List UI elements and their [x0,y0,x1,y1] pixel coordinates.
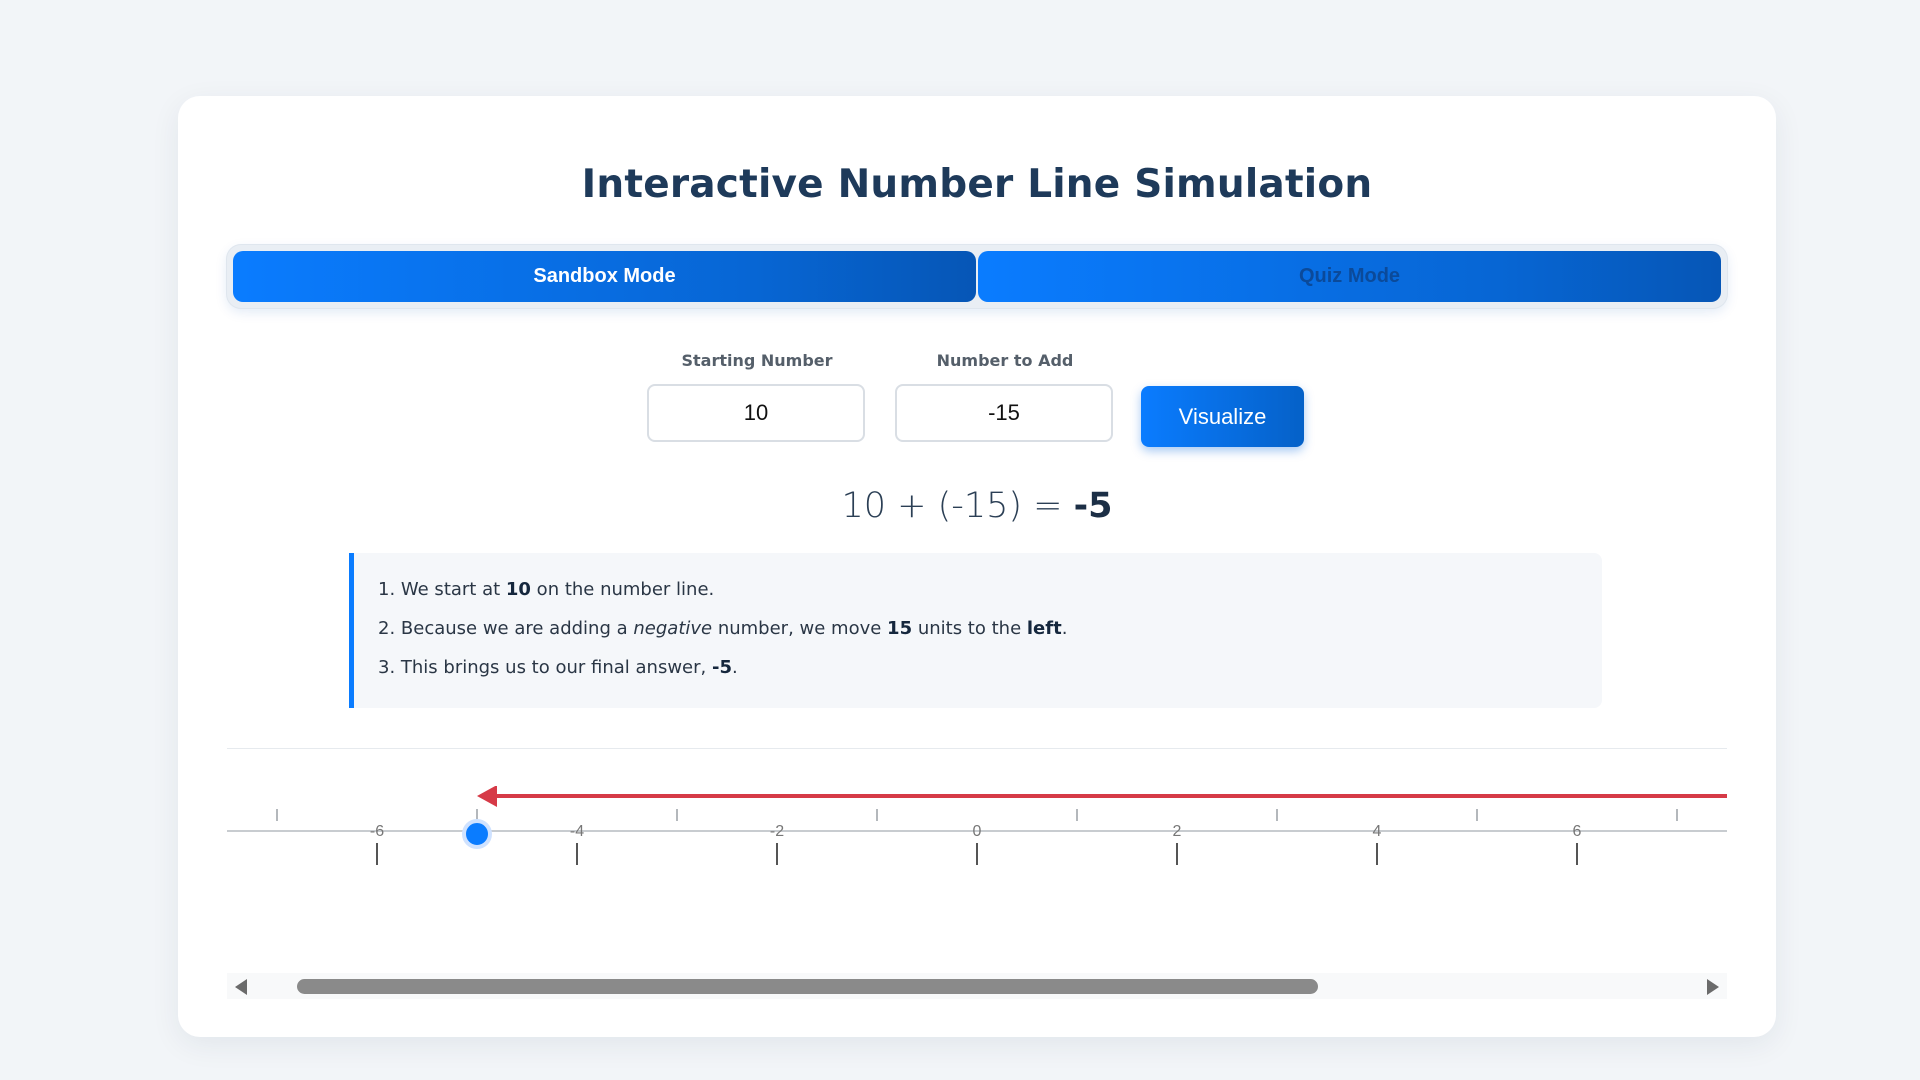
scroll-right-arrow-icon[interactable] [1707,979,1719,995]
mode-toggle: Sandbox Mode Quiz Mode [227,245,1727,308]
number-line-scrollbar[interactable] [227,973,1727,999]
explanation-step-3: 3. This brings us to our final answer, -… [378,657,738,678]
number-to-add-input[interactable] [895,384,1113,442]
visualize-button[interactable]: Visualize [1141,386,1304,447]
explanation-step-2: 2. Because we are adding a negative numb… [378,618,1068,639]
simulation-card: Interactive Number Line Simulation Sandb… [178,96,1776,1037]
tick-label: 6 [1573,823,1582,840]
section-divider [227,748,1727,749]
starting-number-input[interactable] [647,384,865,442]
movement-arrowhead-icon [477,786,497,807]
number-to-add-label: Number to Add [936,351,1074,370]
tick-label: 0 [973,823,982,840]
tick-label: -4 [570,823,584,840]
equation-result: -5 [1073,486,1113,526]
tick-label: 4 [1373,823,1382,840]
number-line: -6 -4 -2 0 2 4 6 [227,786,1727,865]
result-marker [462,819,492,849]
equation-expression: 10 + (-15) = [841,486,1074,526]
equation-display: 10 + (-15) = -5 [178,486,1776,526]
quiz-mode-button[interactable]: Quiz Mode [978,251,1721,302]
tick-label: 2 [1173,823,1182,840]
sandbox-mode-button[interactable]: Sandbox Mode [233,251,976,302]
explanation-box: 1. We start at 10 on the number line. 2.… [349,553,1602,708]
tick-label: -6 [370,823,384,840]
explanation-step-1: 1. We start at 10 on the number line. [378,579,715,600]
starting-number-label: Starting Number [681,351,833,370]
tick-label: -2 [770,823,784,840]
scroll-left-arrow-icon[interactable] [235,979,247,995]
scrollbar-thumb[interactable] [297,979,1318,994]
page-title: Interactive Number Line Simulation [581,162,1373,207]
